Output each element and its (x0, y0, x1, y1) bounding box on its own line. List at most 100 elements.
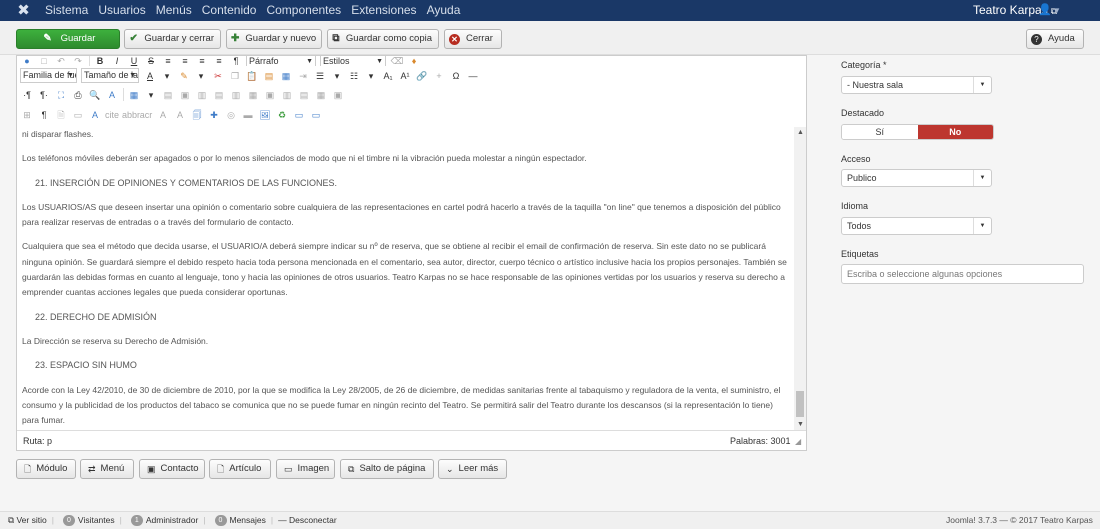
bold-icon[interactable]: B (93, 56, 107, 66)
menu-button[interactable]: ⇄ Menú (80, 459, 134, 479)
underline-icon[interactable]: U (127, 56, 141, 66)
menu-usuarios[interactable]: Usuarios (98, 0, 145, 21)
media-icon[interactable]: ◎ (224, 108, 238, 122)
logout-link[interactable]: Desconectar (289, 512, 337, 529)
table-cell-icon[interactable]: ▣ (178, 88, 192, 102)
save-button[interactable]: ✎ Guardar (16, 29, 120, 49)
fullscreen-icon[interactable]: ⛶ (54, 88, 68, 102)
featured-no-option[interactable]: No (917, 125, 993, 139)
table-split-icon[interactable]: ▣ (263, 88, 277, 102)
clear-format-icon[interactable]: ♦ (407, 56, 421, 66)
admin-label[interactable]: Administrador (146, 512, 198, 529)
undo-icon[interactable]: ↶ (54, 56, 68, 66)
menu-contenido[interactable]: Contenido (202, 0, 257, 21)
insert-anchor-icon[interactable]: ✚ (207, 108, 221, 122)
table-insert-row-icon[interactable]: ▥ (195, 88, 209, 102)
view-site-link[interactable]: Ver sitio (16, 512, 46, 529)
article-button[interactable]: 🗋 Artículo (209, 459, 271, 479)
table-delete-row-icon[interactable]: ▤ (212, 88, 226, 102)
anchor-icon[interactable]: + (432, 69, 446, 83)
search-icon[interactable]: 🔍 (88, 88, 102, 102)
language-select[interactable]: Todos ▼ (841, 217, 992, 235)
attributes-icon[interactable]: 🗐 (190, 108, 204, 122)
highlight-icon[interactable]: ✎ (177, 69, 191, 83)
menu-componentes[interactable]: Componentes (266, 0, 341, 21)
editor-content[interactable]: ni disparar flashes. Los teléfonos móvil… (17, 127, 793, 430)
print-icon[interactable]: ⎙ (71, 88, 85, 102)
featured-yes-option[interactable]: Sí (842, 125, 918, 139)
pagebreak-button[interactable]: ⧉ Salto de página (340, 459, 434, 479)
readmore-button[interactable]: ⌄ Leer más (438, 459, 507, 479)
menu-ayuda[interactable]: Ayuda (427, 0, 461, 21)
horizontal-rule-icon[interactable]: — (466, 69, 480, 83)
table-delete-icon[interactable]: ▦ (314, 88, 328, 102)
text-color-icon[interactable]: A (143, 69, 157, 83)
layer-icon[interactable]: ▭ (71, 108, 85, 122)
rtl-icon[interactable]: ¶· (37, 88, 51, 102)
table-col-icon[interactable]: ▣ (331, 88, 345, 102)
help-button[interactable]: ? Ayuda (1026, 29, 1084, 49)
category-select[interactable]: - Nuestra sala ▼ (841, 76, 992, 94)
paste-word-icon[interactable]: ▦ (279, 69, 293, 83)
italic-icon[interactable]: I (110, 56, 124, 66)
spellcheck-icon[interactable]: A (88, 108, 102, 122)
module-button[interactable]: 🗋 Módulo (16, 459, 76, 479)
visual-chars-icon[interactable]: ¶ (37, 108, 51, 122)
paste-text-icon[interactable]: ▤ (262, 69, 276, 83)
show-blocks-icon[interactable]: ⊞ (20, 108, 34, 122)
cite-icon[interactable]: cite (105, 108, 119, 122)
menu-menus[interactable]: Menús (156, 0, 192, 21)
font-size-select[interactable]: Tamaño de la ▼ (81, 68, 139, 83)
tags-input[interactable]: Escriba o seleccione algunas opciones (841, 264, 1084, 284)
table-props-icon[interactable]: ▤ (297, 88, 311, 102)
eraser-icon[interactable]: ⌫ (390, 56, 404, 66)
chevron-down-icon[interactable]: ▾ (194, 69, 208, 83)
del-icon[interactable]: A (156, 108, 170, 122)
ins-icon[interactable]: A (173, 108, 187, 122)
styles-select[interactable]: Estilos ▼ (320, 56, 386, 66)
paragraph-icon[interactable]: ¶ (229, 56, 243, 66)
chevron-down-icon[interactable]: ▾ (364, 69, 378, 83)
template-icon[interactable]: 🗎 (54, 108, 68, 122)
ltr-icon[interactable]: ·¶ (20, 88, 34, 102)
special-char-icon[interactable]: Ω (449, 69, 463, 83)
access-select[interactable]: Publico ▼ (841, 169, 992, 187)
font-family-select[interactable]: Familia de fue ▼ (20, 68, 77, 83)
visitors-label[interactable]: Visitantes (78, 512, 115, 529)
cut-icon[interactable]: ✂ (211, 69, 225, 83)
superscript-icon[interactable]: A¹ (398, 69, 412, 83)
nonbreaking-icon[interactable]: ▬ (241, 108, 255, 122)
link-icon[interactable]: 🔗 (415, 69, 429, 83)
emoticons-icon[interactable]: ♻ (275, 108, 289, 122)
chevron-down-icon[interactable]: ▼ (1053, 0, 1061, 21)
table-delete-col-icon[interactable]: ▦ (246, 88, 260, 102)
table-insert-col-icon[interactable]: ▥ (229, 88, 243, 102)
menu-sistema[interactable]: Sistema (45, 0, 88, 21)
copy-icon[interactable]: ❐ (228, 69, 242, 83)
chevron-down-icon[interactable]: ▾ (330, 69, 344, 83)
numbered-list-icon[interactable]: ☷ (347, 69, 361, 83)
acronym-icon[interactable]: acr (139, 108, 153, 122)
strikethrough-icon[interactable]: S (144, 56, 158, 66)
image-icon[interactable]: 🖼 (258, 108, 272, 122)
menu-extensiones[interactable]: Extensiones (351, 0, 416, 21)
pagebreak-icon[interactable]: ▭ (292, 108, 306, 122)
scroll-down-icon[interactable]: ▼ (797, 421, 804, 428)
align-right-icon[interactable]: ≡ (195, 56, 209, 66)
user-menu-icon[interactable]: 👤 (1038, 0, 1052, 21)
align-justify-icon[interactable]: ≡ (212, 56, 226, 66)
messages-label[interactable]: Mensajes (230, 512, 266, 529)
indent-icon[interactable]: ⇥ (296, 69, 310, 83)
scroll-up-icon[interactable]: ▲ (797, 129, 804, 136)
save-copy-button[interactable]: ⧉ Guardar como copia (327, 29, 439, 49)
scrollbar-thumb[interactable] (796, 391, 804, 417)
close-button[interactable]: ✕ Cerrar (444, 29, 502, 49)
resize-handle-icon[interactable]: ◢ (795, 431, 801, 452)
new-document-icon[interactable]: □ (37, 56, 51, 66)
bullet-list-icon[interactable]: ☰ (313, 69, 327, 83)
image-button[interactable]: ▭ Imagen (276, 459, 335, 479)
joomla-icon[interactable]: ● (20, 56, 34, 66)
align-left-icon[interactable]: ≡ (161, 56, 175, 66)
chevron-down-icon[interactable]: ▾ (160, 69, 174, 83)
table-icon[interactable]: ▦ (127, 88, 141, 102)
